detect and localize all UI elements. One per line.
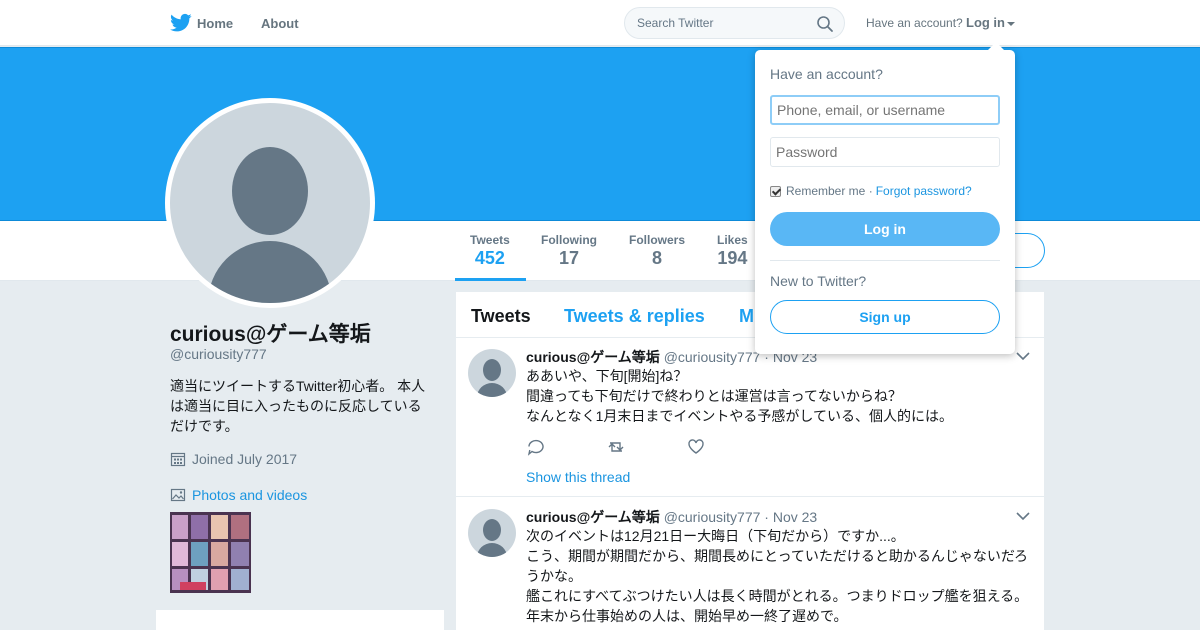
tweet-separator: ·	[764, 509, 769, 525]
profile-joined: Joined July 2017	[170, 451, 297, 467]
twitter-bird-icon[interactable]	[170, 13, 192, 33]
reply-icon[interactable]	[526, 438, 606, 456]
tweet-avatar[interactable]	[468, 349, 516, 397]
tab-media[interactable]: M	[739, 306, 754, 327]
stat-tweets[interactable]: Tweets 452	[470, 233, 510, 269]
search-box[interactable]: Search Twitter	[624, 7, 845, 39]
photos-videos-link[interactable]: Photos and videos	[170, 487, 307, 503]
tweet-actions	[526, 438, 766, 456]
calendar-icon	[170, 452, 186, 467]
have-account-text: Have an account?	[866, 16, 963, 30]
tweet-line: こう、期間が期間だから、期間長めにとっていただけると助かるんじゃないだろ	[526, 548, 1029, 564]
new-to-twitter-text: New to Twitter?	[770, 273, 867, 289]
remember-me-label[interactable]: Remember me ·	[786, 184, 873, 198]
search-input[interactable]: Search Twitter	[637, 16, 713, 30]
tweet-author-name[interactable]: curious@ゲーム等垢	[526, 349, 660, 365]
signup-button[interactable]: Sign up	[770, 300, 1000, 334]
tweet-item[interactable]: curious@ゲーム等垢 @curiousity777 · Nov 23 次の…	[456, 497, 1044, 630]
chevron-down-icon[interactable]	[1016, 511, 1030, 521]
stat-label: Following	[541, 233, 597, 247]
top-nav-bar: Home About Search Twitter Have an accoun…	[0, 0, 1200, 46]
tweet-author-name[interactable]: curious@ゲーム等垢	[526, 509, 660, 525]
chevron-down-icon[interactable]	[1016, 351, 1030, 361]
password-field[interactable]	[770, 137, 1000, 167]
divider	[770, 260, 1000, 261]
tweet-line: 間違っても下旬だけで終わりとは運営は言ってないからね？	[526, 388, 902, 404]
stat-value: 194	[717, 248, 748, 268]
username-field[interactable]	[770, 95, 1000, 125]
tweet-avatar[interactable]	[468, 509, 516, 557]
dropdown-caret	[987, 42, 1005, 51]
tab-tweets[interactable]: Tweets	[471, 306, 531, 327]
retweet-icon[interactable]	[606, 438, 686, 456]
forgot-password-link[interactable]: Forgot password?	[876, 184, 972, 198]
default-avatar-icon	[170, 103, 370, 303]
nav-home-link[interactable]: Home	[197, 16, 233, 31]
tweet-line: 次のイベントは12月21日ー大晦日（下旬だから）ですか...。	[526, 528, 905, 544]
tweet-header: curious@ゲーム等垢 @curiousity777 · Nov 23	[526, 507, 817, 527]
tweet-text: 次のイベントは12月21日ー大晦日（下旬だから）ですか...。 こう、期間が期間…	[526, 526, 1036, 626]
login-toggle-label: Log in	[966, 15, 1005, 30]
tweet-line: 艦これにすべてぶつけたい人は長く時間がとれる。つまりドロップ艦を狙える。	[526, 588, 1029, 604]
stat-followers[interactable]: Followers 8	[629, 233, 685, 269]
search-icon[interactable]	[816, 15, 834, 33]
active-tab-underline	[455, 278, 526, 281]
profile-bio: 適当にツイートするTwitter初心者。 本人は適当に目に入ったものに反応してい…	[170, 378, 426, 434]
stat-value: 8	[652, 248, 663, 268]
profile-handle[interactable]: @curiousity777	[170, 346, 267, 362]
login-dropdown: Have an account? Remember me · Forgot pa…	[755, 50, 1015, 354]
tweet-item[interactable]: curious@ゲーム等垢 @curiousity777 · Nov 23 ああ…	[456, 338, 1044, 497]
nav-about-link[interactable]: About	[261, 16, 299, 31]
like-heart-icon[interactable]	[686, 438, 766, 456]
tweet-line: ああいや、下旬[開始]ね？	[526, 368, 688, 384]
tweet-text: ああいや、下旬[開始]ね？ 間違っても下旬だけで終わりとは運営は言ってないからね…	[526, 366, 1036, 426]
stat-value: 452	[474, 248, 505, 268]
stat-value: 17	[558, 248, 580, 268]
caret-down-icon	[1007, 21, 1015, 26]
show-thread-link[interactable]: Show this thread	[526, 469, 630, 485]
login-dropdown-toggle[interactable]: Log in	[966, 15, 1015, 30]
tweet-line: 年末から仕事始めの人は、開始早め一終了遅めで。	[526, 608, 848, 624]
tweet-author-handle[interactable]: @curiousity777	[664, 349, 761, 365]
stat-label: Likes	[717, 233, 748, 247]
login-button[interactable]: Log in	[770, 212, 1000, 246]
media-thumbnail[interactable]	[170, 512, 251, 593]
tweet-author-handle[interactable]: @curiousity777	[664, 509, 761, 525]
tweet-line: うかな。	[526, 568, 582, 584]
tweet-date[interactable]: Nov 23	[773, 509, 817, 525]
remember-me-checkbox[interactable]	[770, 185, 781, 197]
stat-label: Followers	[629, 233, 686, 247]
tab-tweets-replies[interactable]: Tweets & replies	[564, 306, 705, 327]
stat-label: Tweets	[470, 233, 510, 247]
tweet-line: なんとなく1月末日までイベントやる予感がしている、個人的には。	[526, 408, 953, 424]
photo-icon	[170, 488, 186, 502]
profile-avatar[interactable]	[165, 98, 375, 308]
profile-name[interactable]: curious@ゲーム等垢	[170, 318, 371, 348]
sidebar-card	[156, 610, 444, 630]
stat-following[interactable]: Following 17	[541, 233, 597, 269]
stat-likes[interactable]: Likes 194	[717, 233, 748, 269]
dropdown-title: Have an account?	[770, 66, 883, 82]
photos-videos-label: Photos and videos	[192, 487, 308, 503]
remember-me-row: Remember me · Forgot password?	[770, 184, 972, 198]
joined-text: Joined July 2017	[192, 451, 298, 467]
